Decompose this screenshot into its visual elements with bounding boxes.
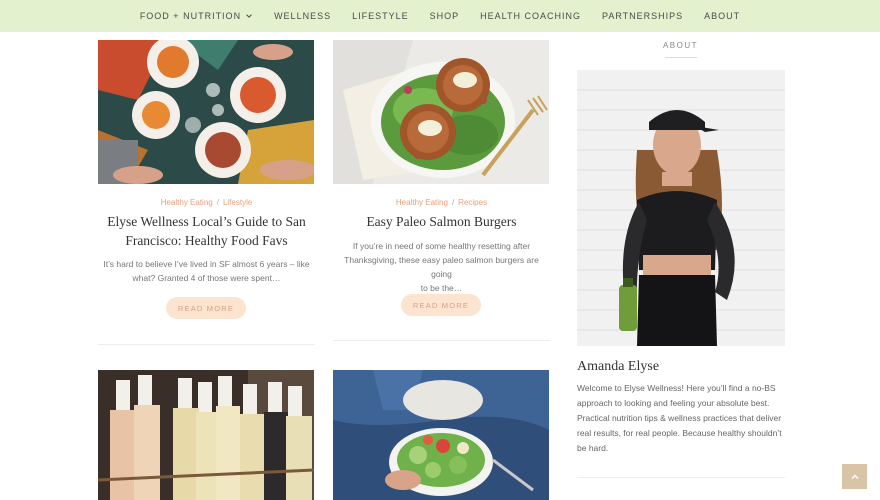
author-photo bbox=[577, 70, 785, 346]
post-title[interactable]: Easy Paleo Salmon Burgers bbox=[333, 212, 550, 231]
post-excerpt: If you’re in need of some healthy resett… bbox=[333, 239, 550, 295]
post-title-line: Francisco: Healthy Food Favs bbox=[125, 233, 288, 248]
nav-item-partnerships[interactable]: PARTNERSHIPS bbox=[591, 11, 693, 21]
post-thumbnail-salmon-burgers[interactable] bbox=[333, 40, 549, 184]
category-link[interactable]: Healthy Eating bbox=[396, 198, 448, 207]
divider bbox=[577, 477, 785, 478]
chevron-up-icon bbox=[850, 473, 859, 479]
nav-item-lifestyle[interactable]: LIFESTYLE bbox=[342, 11, 420, 21]
excerpt-line: what? Granted 4 of those were spent… bbox=[132, 273, 281, 283]
author-name: Amanda Elyse bbox=[577, 359, 660, 374]
category-link[interactable]: Healthy Eating bbox=[161, 198, 213, 207]
post-categories: Healthy Eating / Lifestyle bbox=[160, 198, 253, 207]
nav-item-label: WELLNESS bbox=[274, 11, 332, 21]
excerpt-line: to be the… bbox=[420, 283, 463, 293]
nav-item-wellness[interactable]: WELLNESS bbox=[264, 11, 342, 21]
nav-item-shop[interactable]: SHOP bbox=[419, 11, 470, 21]
post-title-line: Elyse Wellness Local’s Guide to San bbox=[107, 214, 306, 229]
nav-item-label: SHOP bbox=[429, 11, 460, 21]
back-to-top-button[interactable] bbox=[842, 464, 867, 489]
nav-item-label: LIFESTYLE bbox=[352, 11, 409, 21]
post-excerpt: It’s hard to believe I’ve lived in SF al… bbox=[98, 257, 315, 285]
read-more-button[interactable]: READ MORE bbox=[166, 297, 246, 319]
post-title-line: Easy Paleo Salmon Burgers bbox=[366, 214, 517, 229]
nav-item-label: ABOUT bbox=[704, 11, 741, 21]
category-link[interactable]: Lifestyle bbox=[223, 198, 252, 207]
nav-item-food-nutrition[interactable]: FOOD + NUTRITION bbox=[129, 11, 263, 21]
category-link[interactable]: Recipes bbox=[458, 198, 487, 207]
nav-item-about[interactable]: ABOUT bbox=[694, 11, 751, 21]
post-thumbnail-food-table[interactable] bbox=[98, 40, 314, 184]
sidebar-heading: ABOUT bbox=[662, 41, 699, 50]
heading-underline bbox=[665, 57, 697, 58]
read-more-button[interactable]: READ MORE bbox=[401, 294, 481, 316]
post-thumbnail-wine-bottles[interactable] bbox=[98, 370, 314, 500]
nav-item-label: FOOD + NUTRITION bbox=[139, 11, 242, 21]
nav-item-label: PARTNERSHIPS bbox=[601, 11, 684, 21]
divider bbox=[98, 344, 315, 345]
post-categories: Healthy Eating / Recipes bbox=[395, 198, 488, 207]
nav-item-health-coaching[interactable]: HEALTH COACHING bbox=[470, 11, 592, 21]
excerpt-line: It’s hard to believe I’ve lived in SF al… bbox=[103, 259, 310, 269]
excerpt-line: Thanksgiving, these easy paleo salmon bu… bbox=[344, 255, 539, 279]
author-bio: Welcome to Elyse Wellness! Here you’ll f… bbox=[577, 383, 782, 453]
post-title[interactable]: Elyse Wellness Local’s Guide to San Fran… bbox=[98, 212, 315, 250]
chevron-down-icon bbox=[246, 14, 252, 18]
excerpt-line: If you’re in need of some healthy resett… bbox=[352, 241, 531, 251]
divider bbox=[333, 340, 550, 341]
post-thumbnail-salad-bowl[interactable] bbox=[333, 370, 549, 500]
nav-item-label: HEALTH COACHING bbox=[480, 11, 581, 21]
main-nav: FOOD + NUTRITION WELLNESS LIFESTYLE SHOP… bbox=[0, 0, 880, 32]
